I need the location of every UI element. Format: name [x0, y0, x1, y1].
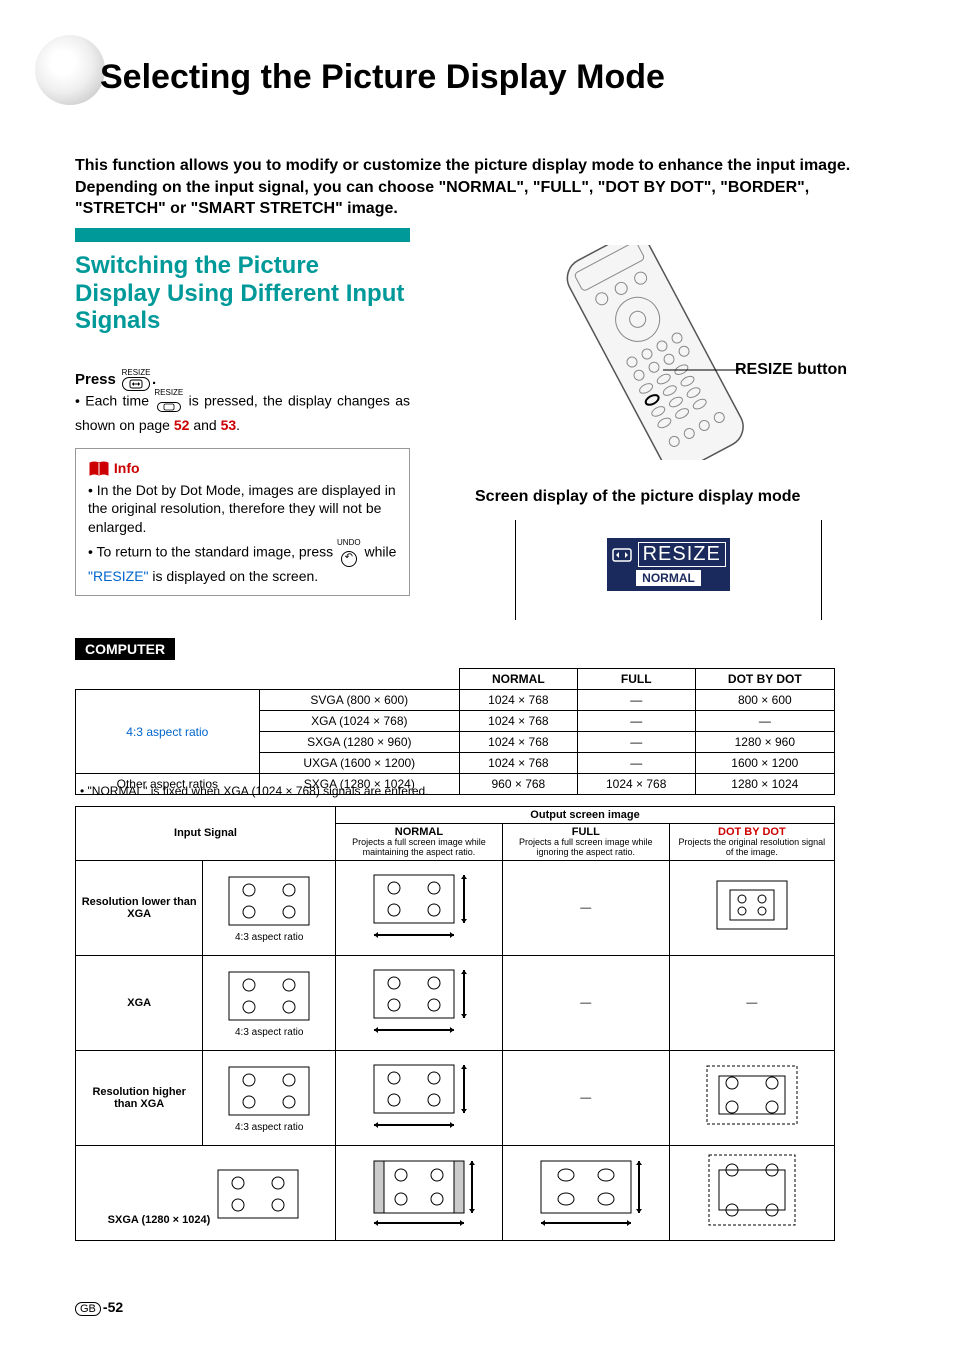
info-bullet-2a: To return to the standard image, press — [97, 543, 334, 559]
intro-text: This function allows you to modify or cu… — [75, 155, 895, 220]
teal-bar — [75, 228, 410, 242]
resize-button-callout: RESIZE button — [735, 360, 847, 379]
t2-col-normal: NORMAL Projects a full screen image whil… — [336, 824, 503, 861]
press-label: Press — [75, 371, 116, 388]
t2-r0-normal — [336, 860, 503, 955]
t2-r3-dot — [669, 1145, 834, 1240]
t1-r0-f: — — [577, 690, 695, 711]
info-bullet-1: In the Dot by Dot Mode, images are displ… — [88, 482, 396, 534]
resize-button-icon-2 — [157, 402, 181, 412]
t1-col-normal: NORMAL — [459, 669, 577, 690]
t1-r3-res: UXGA (1600 × 1200) — [259, 753, 459, 774]
each-time-1: Each time — [85, 393, 149, 409]
t2-r3-full — [502, 1145, 669, 1240]
t2-col-dot: DOT BY DOT Projects the original resolut… — [669, 824, 834, 861]
t2-r0-dot — [669, 860, 834, 955]
undo-button-icon: ↶ — [341, 551, 357, 567]
resolution-table: NORMAL FULL DOT BY DOT 4:3 aspect ratio … — [75, 668, 835, 795]
t2-r1-input-diagram: 4:3 aspect ratio — [203, 955, 336, 1050]
osd-resize-label: RESIZE — [638, 542, 726, 567]
each-time-text: • Each time RESIZE is pressed, the displ… — [75, 388, 410, 435]
t1-r1-res: XGA (1024 × 768) — [259, 711, 459, 732]
t2-r0-label: Resolution lower than XGA — [76, 860, 203, 955]
t1-col-dot: DOT BY DOT — [695, 669, 834, 690]
section-subhead: Switching the Picture Display Using Diff… — [75, 252, 410, 335]
resize-pill-caption-2: RESIZE — [154, 388, 183, 399]
t2-r3-label: SXGA (1280 × 1024) — [76, 1145, 336, 1240]
t2-r2-input-diagram: 4:3 aspect ratio — [203, 1050, 336, 1145]
computer-section-tag: COMPUTER — [75, 638, 175, 660]
info-box: Info • In the Dot by Dot Mode, images ar… — [75, 448, 410, 596]
t1-r0-res: SVGA (800 × 600) — [259, 690, 459, 711]
info-label: Info — [114, 460, 140, 476]
page-number-value: -52 — [103, 1299, 123, 1315]
info-bullet-2c: is displayed on the screen. — [152, 568, 318, 584]
page-title: Selecting the Picture Display Mode — [100, 58, 665, 97]
t1-r0-d: 800 × 600 — [695, 690, 834, 711]
table1-footnote: • "NORMAL" is fixed when XGA (1024 × 768… — [80, 784, 429, 798]
t2-r2-label: Resolution higher than XGA — [76, 1050, 203, 1145]
t1-r0-n: 1024 × 768 — [459, 690, 577, 711]
t2-r1-dot: — — [669, 955, 834, 1050]
t1-43-label: 4:3 aspect ratio — [126, 725, 208, 739]
remote-illustration — [515, 245, 795, 460]
t1-col-full: FULL — [577, 669, 695, 690]
t1-r2-res: SXGA (1280 × 960) — [259, 732, 459, 753]
t2-r0-input-diagram: 4:3 aspect ratio — [203, 860, 336, 955]
each-time-and: and — [193, 417, 216, 433]
t2-r1-normal — [336, 955, 503, 1050]
undo-caption: UNDO — [337, 538, 361, 548]
book-icon — [88, 460, 114, 476]
t2-col-full: FULL Projects a full screen image while … — [502, 824, 669, 861]
t2-r2-dot — [669, 1050, 834, 1145]
t2-r0-full: — — [502, 860, 669, 955]
resize-osd-ref: "RESIZE" — [88, 568, 149, 584]
t2-input-header: Input Signal — [76, 807, 336, 861]
osd-mode-badge: NORMAL — [636, 570, 701, 586]
page-ref-52[interactable]: 52 — [174, 417, 190, 433]
t2-r2-normal — [336, 1050, 503, 1145]
page-ref-53[interactable]: 53 — [221, 417, 237, 433]
t2-r3-normal — [336, 1145, 503, 1240]
output-image-table: Input Signal Output screen image NORMAL … — [75, 806, 835, 1241]
info-bullet-2b: while — [364, 543, 396, 559]
screen-display-heading: Screen display of the picture display mo… — [475, 488, 800, 506]
t2-r1-label: XGA — [76, 955, 203, 1050]
osd-preview: RESIZE NORMAL — [515, 520, 822, 620]
gb-badge: GB — [75, 1302, 101, 1316]
title-bullet-icon — [35, 35, 105, 105]
resize-pill-caption: RESIZE — [120, 368, 152, 377]
t2-r1-full: — — [502, 955, 669, 1050]
page-number: GB-52 — [75, 1299, 123, 1316]
t2-r2-full: — — [502, 1050, 669, 1145]
t2-output-header: Output screen image — [336, 807, 835, 824]
